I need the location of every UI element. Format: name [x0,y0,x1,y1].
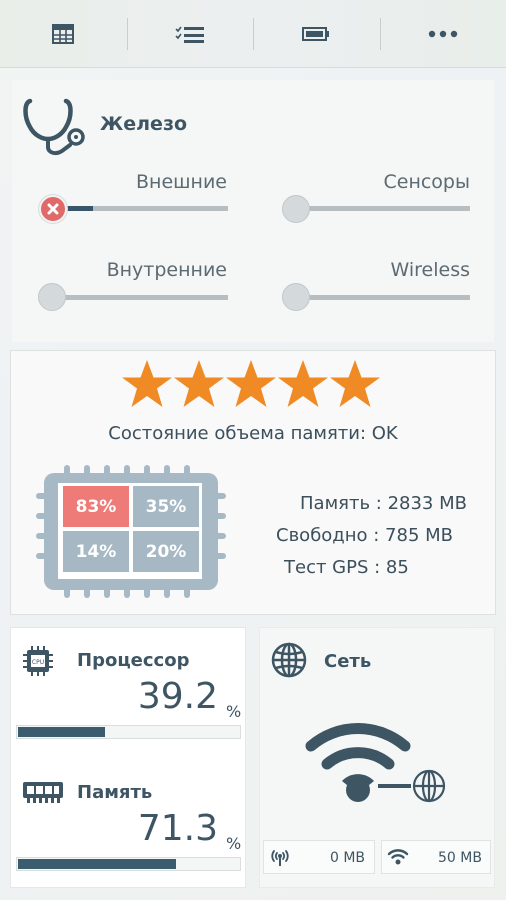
slider-sensors-track[interactable] [297,206,470,211]
star-icon [278,360,328,407]
cpu-value: 39.2 [137,676,218,717]
wifi-connected-icon [305,723,446,803]
top-tab-bar [0,0,506,68]
cellular-signal-icon [271,850,289,866]
close-icon [47,203,59,215]
memory-unit: % [226,834,242,853]
star-icon [226,360,276,407]
core-1-usage: 83% [63,486,129,527]
core-2-usage: 35% [133,486,199,527]
cpu-unit: % [226,702,242,721]
core-3-usage: 14% [63,531,129,572]
tab-more[interactable] [379,0,506,67]
slider-internal-track[interactable] [53,295,228,300]
svg-text:CPU: CPU [32,659,44,666]
rating-stars [122,360,380,407]
slider-external-knob[interactable] [39,195,67,223]
gps-test-text: Тест GPS : 85 [284,557,409,578]
star-icon [122,360,172,407]
cpu-usage-fill [18,727,105,737]
slider-sensors-knob[interactable] [282,195,310,223]
memory-status-text: Состояние объема памяти: OK [108,423,398,444]
wifi-traffic-value: 50 MB [438,850,482,866]
hardware-title: Железо [100,113,188,135]
wifi-icon [387,849,409,865]
star-icon [174,360,224,407]
star-icon [330,360,380,407]
tab-table[interactable] [0,0,127,67]
core-4-usage: 20% [133,531,199,572]
table-icon [52,23,75,44]
slider-sensors-label: Сенсоры [383,171,470,193]
slider-external-label: Внешние [136,171,227,193]
memory-value: 71.3 [137,808,218,849]
tab-checklist[interactable] [126,0,254,67]
slider-internal-knob[interactable] [38,283,66,311]
cellular-traffic-value: 0 MB [330,850,366,866]
slider-internal-label: Внутренние [106,259,227,281]
battery-icon [302,26,330,41]
cpu-icon: CPU [23,646,53,676]
memory-module-icon [23,782,63,803]
tab-battery[interactable] [253,0,380,67]
memory-usage-fill [18,859,176,869]
memory-free-text: Свободно : 785 MB [276,525,453,546]
more-icon [428,30,457,37]
checklist-icon [175,26,204,43]
cpu-title: Процессор [77,650,190,671]
stethoscope-icon [23,98,85,156]
memory-total-text: Память : 2833 MB [300,493,467,514]
network-title: Сеть [324,651,372,672]
slider-wireless-track[interactable] [297,295,470,300]
slider-wireless-knob[interactable] [282,283,310,311]
slider-wireless-label: Wireless [390,259,471,281]
memory-title: Память [77,782,153,803]
globe-icon [271,642,307,678]
